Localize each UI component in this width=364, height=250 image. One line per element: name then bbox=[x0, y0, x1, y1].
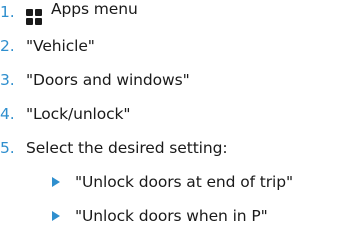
step-label-select-setting: Select the desired setting: bbox=[26, 139, 228, 157]
triangle-right-icon bbox=[52, 177, 60, 187]
option-item: "Unlock doors at end of trip" bbox=[52, 170, 293, 194]
apps-grid-icon bbox=[26, 8, 42, 25]
step-label-lock-unlock: "Lock/unlock" bbox=[26, 105, 131, 123]
option-label-unlock-when-in-p: "Unlock doors when in P" bbox=[75, 207, 268, 225]
step-number: 5. bbox=[0, 139, 15, 157]
step-number: 2. bbox=[0, 37, 15, 55]
step-label-doors-and-windows: "Doors and windows" bbox=[26, 71, 190, 89]
step-label-vehicle: "Vehicle" bbox=[26, 37, 95, 55]
triangle-right-icon bbox=[52, 211, 60, 221]
option-label-unlock-end-of-trip: "Unlock doors at end of trip" bbox=[75, 173, 294, 191]
step-label-apps-menu: Apps menu bbox=[51, 0, 138, 18]
step-number: 3. bbox=[0, 71, 15, 89]
step-text: Apps menu bbox=[26, 0, 138, 25]
step-number: 1. bbox=[0, 3, 15, 21]
step-number: 4. bbox=[0, 105, 15, 123]
option-item: "Unlock doors when in P" bbox=[52, 204, 268, 228]
